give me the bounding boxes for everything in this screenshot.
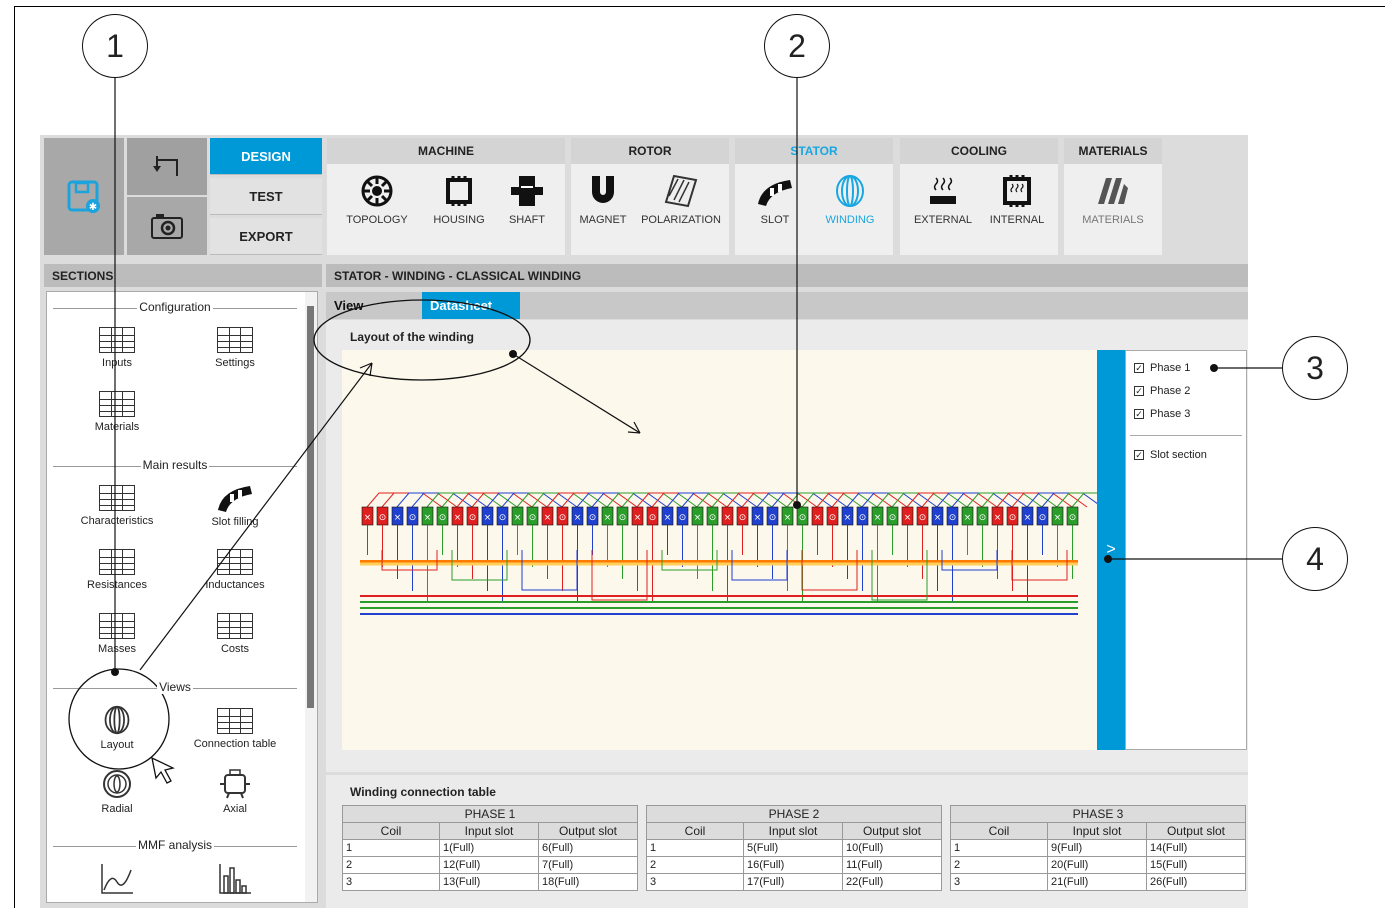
callout-1-dot — [111, 668, 119, 676]
highlight-ellipse — [313, 299, 531, 381]
callout-1: 1 — [82, 14, 148, 78]
pointer-line — [139, 362, 373, 671]
callout-2-dot — [793, 501, 801, 509]
callout-3: 3 — [1282, 336, 1348, 400]
callout-4-dot — [1104, 555, 1112, 563]
callout-3-dot — [1210, 364, 1218, 372]
mouse-cursor-icon — [151, 756, 175, 784]
annotation-overlay — [68, 78, 1282, 784]
callout-2: 2 — [764, 14, 830, 78]
highlight-circle — [68, 668, 170, 770]
callout-4: 4 — [1282, 527, 1348, 591]
pointer-dot — [509, 350, 517, 358]
pointer-line — [512, 353, 641, 434]
